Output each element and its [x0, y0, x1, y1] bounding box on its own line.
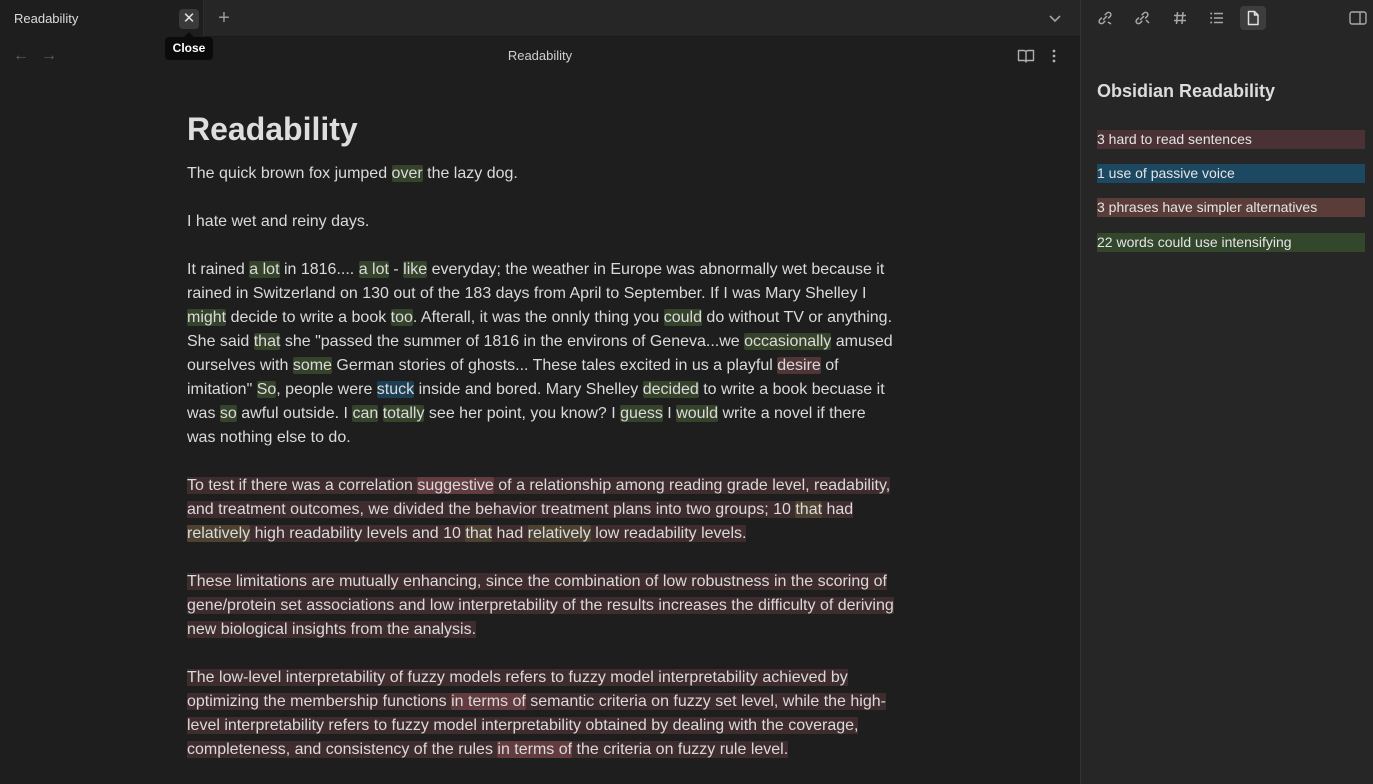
simpler-alternatives-stat: 3 phrases have simpler alternatives [1097, 198, 1365, 217]
backlinks-icon[interactable] [1092, 6, 1118, 30]
tab-readability[interactable]: Readability ✕ [0, 0, 204, 37]
simpler-alternative-highlight: suggestive [417, 477, 494, 494]
paragraph-5: These limitations are mutually enhancing… [187, 570, 897, 642]
intensify-highlight: some [292, 357, 332, 374]
intensify-highlight: relatively [527, 525, 591, 542]
outgoing-links-icon[interactable] [1129, 6, 1155, 30]
simpler-alternative-highlight: in terms of [451, 693, 526, 710]
intensify-highlight: can [352, 405, 379, 422]
intensify-highlight: might [187, 309, 227, 326]
text-segment: see her point, you know? I [424, 405, 621, 422]
reading-view-icon[interactable] [1016, 46, 1036, 66]
intensify-highlight: that [253, 333, 281, 350]
text-segment: high readability levels and 10 [250, 525, 466, 542]
text-segment: It rained [187, 261, 250, 278]
hard-sentences-stat: 3 hard to read sentences [1097, 130, 1365, 149]
intensify-highlight: occasionally [744, 333, 832, 350]
text-segment: To test if there was a correlation [187, 477, 418, 494]
chevron-down-icon[interactable] [1046, 10, 1064, 28]
paragraph-4: To test if there was a correlation sugge… [187, 474, 897, 546]
intensify-highlight: over [391, 165, 423, 182]
intensify-highlight: like [403, 261, 428, 278]
close-icon[interactable]: ✕ [179, 9, 199, 29]
intensify-highlight: relatively [187, 525, 251, 542]
plus-icon[interactable]: + [214, 7, 234, 29]
intensify-highlight: that [465, 525, 493, 542]
readability-sidebar: Obsidian Readability 3 hard to read sent… [1080, 37, 1373, 784]
paragraph-2: I hate wet and reiny days. [187, 213, 370, 230]
text-segment: awful outside. I [236, 405, 353, 422]
hard-sentence-highlight: These limitations are mutually enhancing… [187, 573, 894, 638]
intensify-highlight: guess [620, 405, 663, 422]
text-segment: , people were [276, 381, 377, 398]
sidebar-toggle-icon[interactable] [1344, 6, 1370, 30]
text-segment: she "passed the summer of 1816 in the en… [280, 333, 745, 350]
text-segment: had [822, 501, 854, 518]
simpler-alternative-highlight: desire [777, 357, 821, 374]
text-segment: I [662, 405, 677, 422]
document-title: Readability [187, 111, 358, 147]
more-options-icon[interactable] [1044, 46, 1064, 66]
passive-voice-highlight: stuck [376, 381, 415, 398]
text-segment: inside and bored. Mary Shelley [414, 381, 643, 398]
outline-icon[interactable] [1204, 6, 1230, 30]
paragraph-1: The quick brown fox jumped over the lazy… [187, 165, 518, 182]
intensify-highlight: totally [382, 405, 425, 422]
intensify-highlight: so [219, 405, 237, 422]
simpler-alternative-highlight: in terms of [497, 741, 573, 758]
intensifying-stat: 22 words could use intensifying [1097, 233, 1365, 252]
intensify-highlight: a lot [358, 261, 389, 278]
text-segment: . Afterall, it was the onnly thing you [412, 309, 664, 326]
paragraph-6: The low-level interpretability of fuzzy … [187, 666, 897, 762]
text-segment: German stories of ghosts... These tales … [331, 357, 778, 374]
intensify-highlight: could [663, 309, 702, 326]
intensify-highlight: So [256, 381, 277, 398]
view-title: Readability [507, 48, 573, 63]
passive-voice-stat: 1 use of passive voice [1097, 164, 1365, 183]
intensify-highlight: decided [642, 381, 699, 398]
text-segment: in 1816.... [279, 261, 359, 278]
text-segment: - [388, 261, 404, 278]
sidebar-title: Obsidian Readability [1097, 81, 1276, 101]
intensify-highlight: too [390, 309, 413, 326]
intensify-highlight: would [676, 405, 719, 422]
app-window: Readability ✕ + Close ← → Readability Re… [0, 0, 1373, 784]
text-segment: decide to write a book [226, 309, 391, 326]
text-segment: low readability levels. [590, 525, 747, 542]
tags-icon[interactable] [1167, 6, 1193, 30]
text-segment: the criteria on fuzzy rule level. [572, 741, 789, 758]
intensify-highlight: that [795, 501, 823, 518]
view-header: ← → Readability [0, 37, 1080, 75]
file-icon[interactable] [1240, 6, 1266, 30]
text-segment: had [492, 525, 528, 542]
sidebar-tab-bar [1080, 0, 1373, 37]
editor[interactable]: Readability The quick brown fox jumped o… [187, 110, 897, 784]
paragraph-3: It rained a lot in 1816.... a lot - like… [187, 258, 897, 450]
intensify-highlight: a lot [249, 261, 280, 278]
tab-title: Readability [14, 11, 79, 26]
